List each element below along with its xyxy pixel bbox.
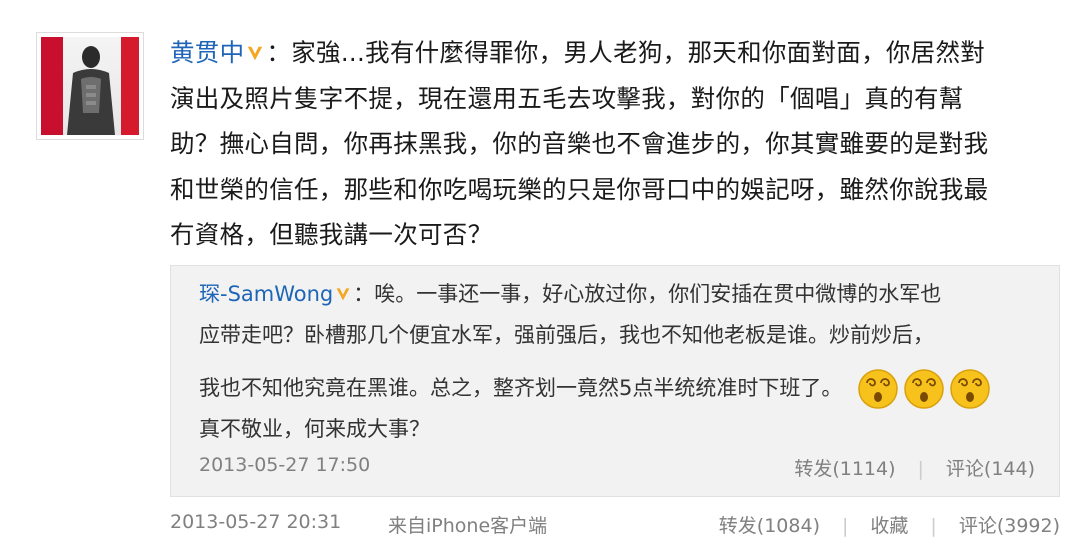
post-text-line: 和世榮的信任，那些和你吃喝玩樂的只是你哥口中的娛記呀，雖然你說我最 <box>170 174 989 204</box>
verified-badge-icon[interactable] <box>335 286 351 302</box>
author-name-link[interactable]: 黄贯中 <box>170 38 244 67</box>
emoji-group <box>857 368 995 410</box>
post-line-1: 黄贯中 ：家強...我有什麼得罪你，男人老狗，那天和你面對面，你居然對 <box>170 30 1060 76</box>
repost-text-line: 我也不知他究竟在黑谁。总之，整齐划一竟然5点半统统准时下班了。 <box>199 376 843 400</box>
verified-badge-icon[interactable] <box>246 44 264 62</box>
post-text-line: 家強...我有什麼得罪你，男人老狗，那天和你面對面，你居然對 <box>291 38 986 67</box>
avatar-figure-icon <box>67 46 115 135</box>
repost-colon: ： <box>353 282 375 306</box>
avatar[interactable] <box>36 32 144 140</box>
divider: | <box>841 515 849 537</box>
repost-text-line: 唉。一事还一事，好心放过你，你们安插在贯中微博的水军也 <box>374 282 942 306</box>
avatar-image <box>41 37 139 135</box>
post-source-link[interactable]: 来自iPhone客户端 <box>388 511 547 538</box>
author-colon: ： <box>266 38 292 67</box>
dizzy-face-icon <box>858 369 898 409</box>
comment-button[interactable]: 评论(3992) <box>959 515 1060 537</box>
post-timestamp-link[interactable]: 2013-05-27 20:31 <box>170 511 341 533</box>
post-actions: 转发(1084) | 收藏 | 评论(3992) <box>719 511 1060 538</box>
repost-forward-button[interactable]: 转发(1114) <box>794 458 895 480</box>
dizzy-face-icon <box>950 369 990 409</box>
repost-line-3: 我也不知他究竟在黑谁。总之，整齐划一竟然5点半统统准时下班了。 <box>199 368 995 410</box>
weibo-post-card: 黄贯中 ：家強...我有什麼得罪你，男人老狗，那天和你面對面，你居然對 演出及照片… <box>0 0 1080 559</box>
post-text-line: 演出及照片隻字不提，現在還用五毛去攻擊我，對你的「個唱」真的有幫 <box>170 83 964 113</box>
repost-author-link[interactable]: 琛-SamWong <box>199 282 333 306</box>
repost-timestamp-link[interactable]: 2013-05-27 17:50 <box>199 454 370 476</box>
repost-text-line: 真不敬业，何来成大事？ <box>199 417 430 441</box>
divider: | <box>917 458 924 480</box>
post-meta: 2013-05-27 20:31 来自iPhone客户端 转发(1084) | 收藏… <box>170 511 1060 541</box>
reposted-post: 琛-SamWong ：唉。一事还一事，好心放过你，你们安插在贯中微博的水军也 应带… <box>170 265 1060 497</box>
favorite-button[interactable]: 收藏 <box>870 515 908 537</box>
repost-line-1: 琛-SamWong ：唉。一事还一事，好心放过你，你们安插在贯中微博的水军也 <box>199 278 941 308</box>
post-text-line: 助？撫心自問，你再抹黑我，你的音樂也不會進步的，你其實雖要的是對我 <box>170 129 989 158</box>
forward-button[interactable]: 转发(1084) <box>719 515 820 537</box>
post-text-line: 冇資格，但聽我講一次可否？ <box>170 220 493 249</box>
repost-actions: 转发(1114) | 评论(144) <box>794 454 1035 481</box>
repost-comment-button[interactable]: 评论(144) <box>946 458 1035 480</box>
post-content: 黄贯中 ：家強...我有什麼得罪你，男人老狗，那天和你面對面，你居然對 演出及照片… <box>170 30 1060 258</box>
repost-meta: 2013-05-27 17:50 转发(1114) | 评论(144) <box>199 454 1035 482</box>
repost-text-line: 应带走吧？卧槽那几个便宜水军，强前强后，我也不知他老板是谁。炒前炒后， <box>199 323 934 347</box>
dizzy-face-icon <box>904 369 944 409</box>
divider: | <box>930 515 937 537</box>
